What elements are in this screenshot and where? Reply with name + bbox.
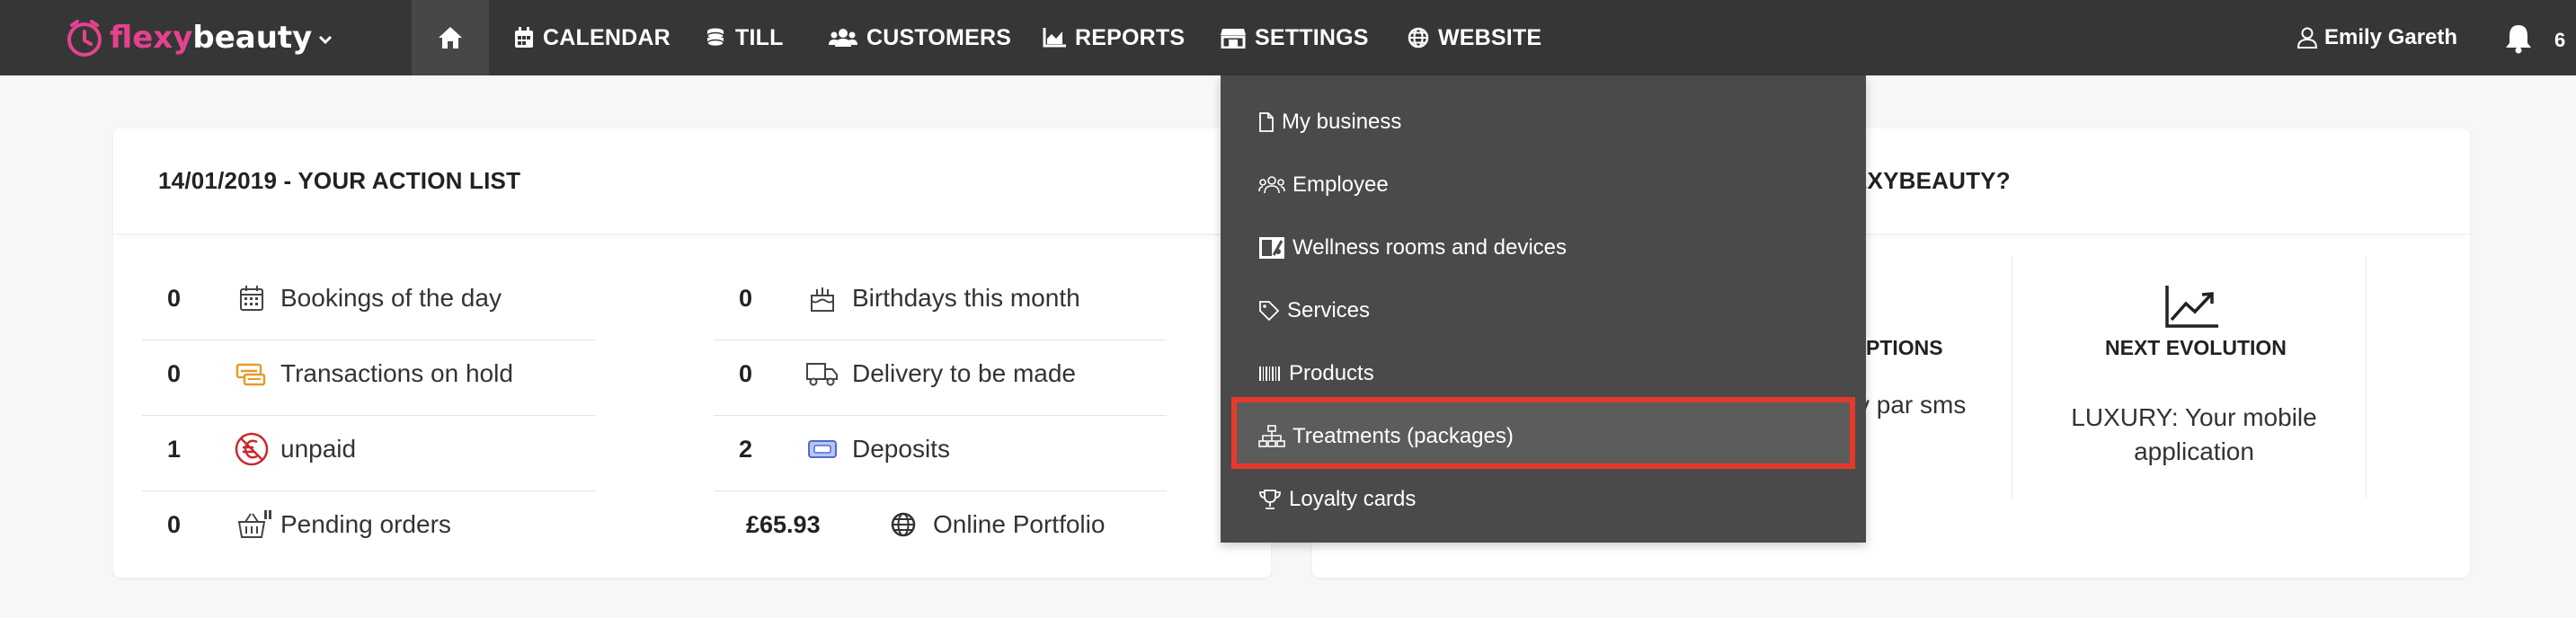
column-separator [2366,257,2367,498]
row-transactions[interactable]: 0 Transactions on hold [167,337,599,411]
menu-item-label: Treatments (packages) [1292,424,1514,448]
coins-icon [706,28,724,48]
unpaid-count: 1 [167,435,182,463]
cake-icon [811,287,834,312]
nav-website-label: WEBSITE [1438,24,1542,50]
home-tab[interactable] [412,0,489,75]
globe-icon [1408,27,1429,49]
nav-calendar[interactable]: CALENDAR [514,0,671,75]
menu-item-treatments-packages[interactable]: Treatments (packages) [1258,419,1514,455]
bookings-count: 0 [167,284,182,312]
app-root: flexy beauty CALENDAR TILL CUSTOMERS REPO… [0,0,2576,618]
trophy-icon [1259,490,1281,509]
online-portfolio-amount: £65.93 [746,510,821,538]
nav-till-label: TILL [735,24,784,50]
user-name: Emily Gareth [2324,25,2458,49]
unpaid-label: unpaid [280,435,357,463]
menu-item-label: Services [1287,298,1371,322]
online-portfolio-label: Online Portfolio [933,510,1106,538]
calendar-icon [515,27,533,48]
row-pending-orders[interactable]: 0 Pending orders [167,488,599,561]
news-col1-title: PTIONS [1866,336,1943,359]
nav-customers-label: CUSTOMERS [866,24,1012,50]
deposit-icon [808,440,837,458]
basket-icon [237,510,271,538]
calendar-icon [240,286,263,311]
trending-up-icon [2165,286,2218,328]
menu-item-products[interactable]: Products [1258,356,1374,392]
nav-reports-label: REPORTS [1075,24,1186,50]
birthdays-count: 0 [739,284,753,312]
delivery-count: 0 [739,359,753,387]
brand-logo[interactable]: flexy beauty [63,16,333,59]
room-icon [1259,237,1284,259]
menu-item-wellness-rooms[interactable]: Wellness rooms and devices [1258,230,1567,266]
barcode-icon [1259,366,1280,381]
document-icon [1259,112,1274,132]
bookings-label: Bookings of the day [280,284,502,312]
news-col1-text: v par sms [1857,391,1967,419]
news-col2-title: NEXT EVOLUTION [2105,336,2287,359]
transactions-label: Transactions on hold [280,359,513,387]
action-list-title: 14/01/2019 - YOUR ACTION LIST [113,128,1271,234]
truck-icon [806,363,838,386]
menu-item-employee[interactable]: Employee [1258,167,1389,203]
transactions-count: 0 [167,359,182,387]
row-deposits[interactable]: 2 Deposits [739,412,1170,486]
ticket-icon [235,363,266,386]
settings-dropdown: My business Employee Wellness rooms and … [1221,75,1866,543]
menu-item-label: My business [1282,110,1402,134]
nav-till[interactable]: TILL [705,0,784,75]
user-icon [2297,27,2317,49]
nav-settings-label: SETTINGS [1255,24,1369,50]
user-menu[interactable]: Emily Gareth [2297,0,2457,75]
clock-logo-icon [67,20,102,57]
menu-item-label: Wellness rooms and devices [1292,235,1568,260]
nav-customers[interactable]: CUSTOMERS [829,0,1011,75]
row-bookings[interactable]: 0 Bookings of the day [167,261,599,335]
nav-calendar-label: CALENDAR [543,24,671,50]
menu-item-services[interactable]: Services [1258,293,1370,329]
brand-name-part2: beauty [192,20,313,56]
home-icon [439,27,462,49]
menu-item-label: Employee [1292,172,1389,197]
bell-icon[interactable] [2504,23,2533,54]
pending-orders-label: Pending orders [280,510,451,538]
users-icon [1258,176,1285,194]
row-online-portfolio[interactable]: £65.93 Online Portfolio [746,488,1177,561]
deposits-count: 2 [739,435,753,463]
row-delivery[interactable]: 0 Delivery to be made [739,337,1170,411]
menu-item-label: Products [1289,361,1374,385]
menu-item-label: Loyalty cards [1289,487,1417,511]
sitemap-icon [1258,425,1285,447]
menu-item-my-business[interactable]: My business [1258,104,1401,140]
no-euro-icon [235,432,269,466]
store-icon [1221,29,1246,49]
delivery-label: Delivery to be made [852,359,1077,387]
users-icon [829,29,857,47]
tag-icon [1259,301,1280,322]
chevron-down-icon [319,35,333,45]
menu-item-loyalty-cards[interactable]: Loyalty cards [1258,481,1416,517]
nav-reports[interactable]: REPORTS [1043,0,1185,75]
news-col2-text: LUXURY: Your mobile application [2071,403,2317,465]
deposits-label: Deposits [852,435,950,463]
notification-count: 6 [2554,29,2566,51]
row-birthdays[interactable]: 0 Birthdays this month [739,261,1170,335]
nav-settings[interactable]: SETTINGS [1221,0,1369,75]
pending-orders-count: 0 [167,510,182,538]
birthdays-label: Birthdays this month [852,284,1080,312]
area-chart-icon [1043,28,1066,48]
globe-icon [891,512,916,537]
row-unpaid[interactable]: 1 unpaid [167,412,599,486]
top-nav: flexy beauty CALENDAR TILL CUSTOMERS REPO… [0,0,2576,75]
nav-website[interactable]: WEBSITE [1408,0,1541,75]
brand-name-part1: flexy [110,20,193,56]
